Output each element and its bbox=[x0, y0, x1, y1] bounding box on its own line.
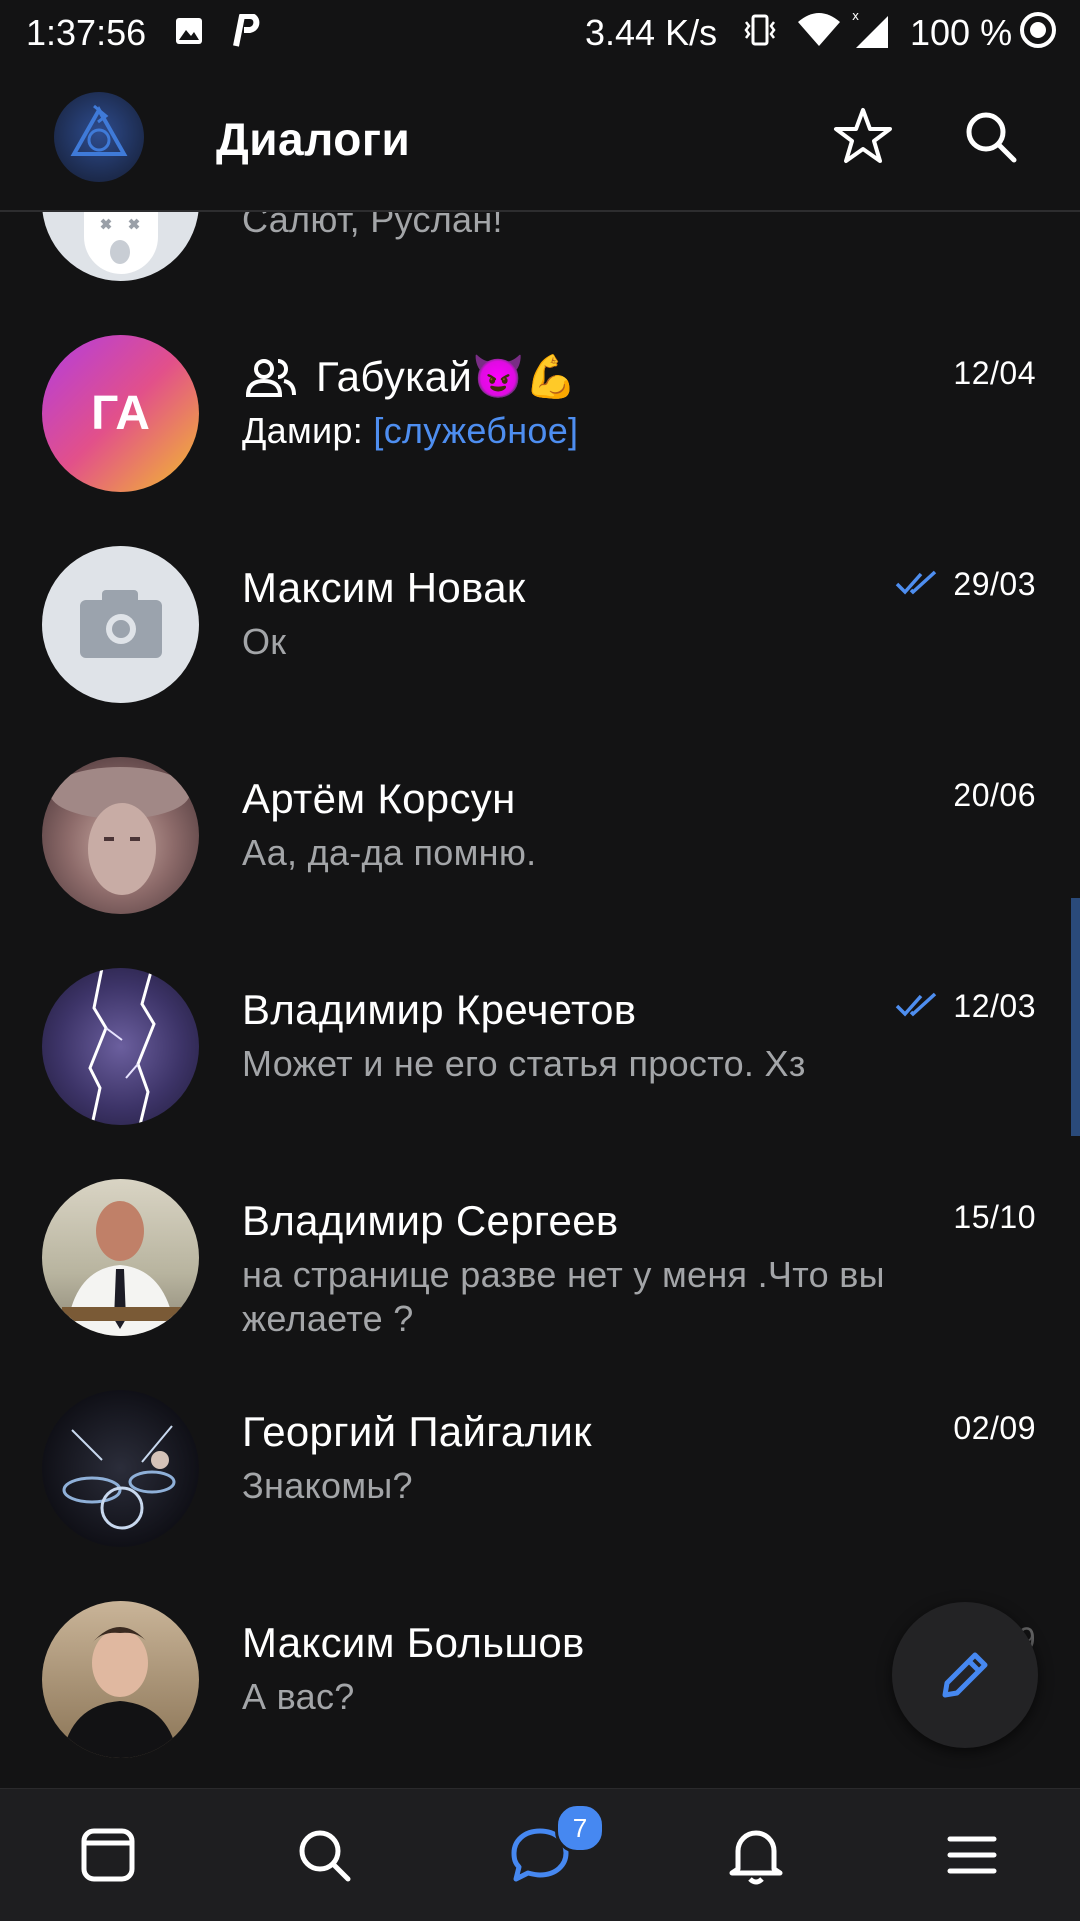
status-time: 1:37:56 bbox=[26, 12, 147, 53]
feed-icon[interactable] bbox=[72, 1819, 144, 1891]
dialog-row[interactable]: Владимир Сергеев на странице разве нет у… bbox=[0, 1157, 1080, 1368]
bottom-navigation: 7 bbox=[0, 1788, 1080, 1921]
pencil-icon bbox=[942, 1652, 988, 1698]
compose-button[interactable] bbox=[892, 1602, 1038, 1748]
dialog-message: Может и не его статья просто. Хз bbox=[242, 1043, 806, 1084]
dialog-message: Знакомы? bbox=[242, 1465, 413, 1506]
target-icon bbox=[1020, 12, 1056, 48]
message-service: [служебное] bbox=[373, 410, 579, 451]
dialog-name: Габукай😈💪 bbox=[316, 353, 578, 400]
scrollbar[interactable] bbox=[1071, 898, 1080, 1136]
svg-text:x: x bbox=[852, 10, 859, 23]
p-icon bbox=[233, 14, 260, 47]
star-icon[interactable] bbox=[830, 104, 896, 170]
dialog-list[interactable]: Салют, Руслан! ГА Габукай😈💪 Дамир: [служ… bbox=[0, 212, 1080, 1788]
avatar bbox=[42, 1601, 199, 1758]
dialog-row[interactable]: Георгий Пайгалик Знакомы? 02/09 bbox=[0, 1368, 1080, 1579]
dialog-name: Георгий Пайгалик bbox=[242, 1408, 592, 1455]
dialog-name: Владимир Кречетов bbox=[242, 986, 637, 1033]
dialog-message: Дамир: [служебное] bbox=[242, 409, 962, 453]
group-icon bbox=[245, 359, 296, 397]
dialog-row[interactable]: Максим Новак Ок 29/03 bbox=[0, 524, 1080, 735]
bell-icon[interactable] bbox=[720, 1819, 792, 1891]
app-header: Диалоги bbox=[0, 64, 1080, 212]
profile-avatar[interactable] bbox=[54, 92, 144, 182]
dialog-date: 20/06 bbox=[953, 777, 1036, 813]
dialog-date: 12/03 bbox=[953, 988, 1036, 1024]
menu-icon[interactable] bbox=[936, 1819, 1008, 1891]
messages-badge: 7 bbox=[555, 1803, 605, 1853]
dialog-message: Салют, Руслан! bbox=[242, 212, 503, 240]
dialog-name: Артём Корсун bbox=[242, 775, 516, 822]
dialog-name: Владимир Сергеев bbox=[242, 1197, 619, 1244]
signal-icon: x bbox=[852, 10, 888, 48]
dialog-name: Максим Новак bbox=[242, 564, 526, 611]
portrait-photo bbox=[62, 1627, 178, 1758]
avatar bbox=[42, 546, 199, 703]
message-sender: Дамир: bbox=[242, 410, 374, 451]
dialog-date: 15/10 bbox=[953, 1199, 1036, 1235]
dialog-row[interactable]: Артём Корсун Аа, да-да помню. 20/06 bbox=[0, 735, 1080, 946]
vibrate-icon bbox=[744, 14, 776, 46]
wifi-icon bbox=[798, 13, 840, 46]
dialog-row[interactable]: ГА Габукай😈💪 Дамир: [служебное] 12/04 bbox=[0, 313, 1080, 524]
dialog-date: 29/03 bbox=[953, 566, 1036, 602]
dialog-message: Ок bbox=[242, 621, 287, 662]
avatar bbox=[42, 212, 199, 281]
network-speed: 3.44 K/s bbox=[585, 12, 718, 53]
avatar bbox=[42, 968, 199, 1125]
battery-level: 100 % bbox=[910, 12, 1013, 53]
camera-icon bbox=[80, 590, 162, 658]
dialog-message: А вас? bbox=[242, 1676, 355, 1717]
search-icon[interactable] bbox=[958, 104, 1024, 170]
deleted-user-icon bbox=[84, 212, 158, 274]
status-bar: 1:37:56 3.44 K/s x 100 % bbox=[0, 0, 1080, 64]
dialog-message: Аа, да-да помню. bbox=[242, 832, 537, 873]
page-title: Диалоги bbox=[216, 113, 411, 165]
dialog-row[interactable]: Салют, Руслан! bbox=[0, 212, 1080, 313]
search-icon[interactable] bbox=[288, 1819, 360, 1891]
dialog-message: на странице разве нет у меня .Что вы жел… bbox=[242, 1254, 885, 1339]
read-checkmarks-icon bbox=[895, 570, 937, 595]
portrait-photo bbox=[62, 1201, 182, 1336]
drummer-photo bbox=[62, 1425, 176, 1530]
lightning-photo bbox=[88, 968, 156, 1125]
dialog-row[interactable]: Владимир Кречетов Может и не его статья … bbox=[0, 946, 1080, 1157]
avatar bbox=[42, 757, 199, 914]
portrait-photo bbox=[50, 767, 190, 895]
logo-icon bbox=[70, 104, 128, 156]
avatar-initials: ГА bbox=[91, 387, 150, 440]
dialog-date: 12/04 bbox=[953, 355, 1036, 391]
dialog-date: 02/09 bbox=[953, 1410, 1036, 1446]
dialog-name: Максим Большов bbox=[242, 1619, 585, 1666]
avatar bbox=[42, 1179, 199, 1336]
image-icon bbox=[176, 18, 202, 44]
avatar: ГА bbox=[42, 335, 199, 492]
read-checkmarks-icon bbox=[895, 992, 937, 1017]
avatar bbox=[42, 1390, 199, 1547]
